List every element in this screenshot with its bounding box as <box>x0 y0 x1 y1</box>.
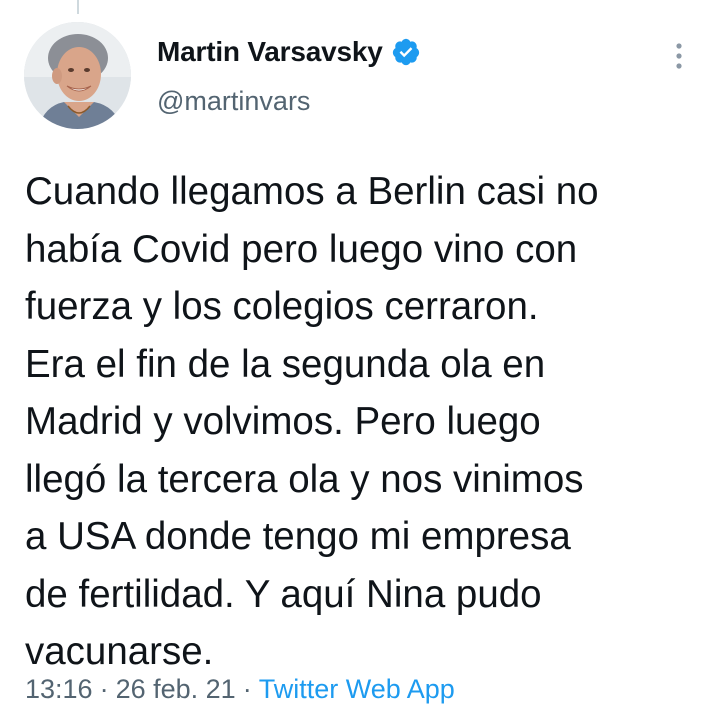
tweet-text-line: Cuando llegamos a Berlin casi no <box>25 170 599 213</box>
author-display-name[interactable]: Martin Varsavsky <box>157 36 383 68</box>
thread-connector-line <box>77 0 79 14</box>
avatar-image <box>24 22 131 129</box>
tweet-text-line: fuerza y los colegios cerraron. <box>25 285 539 328</box>
verified-badge-icon <box>391 37 421 67</box>
tweet-date[interactable]: 26 feb. 21 <box>116 674 236 705</box>
tweet-time[interactable]: 13:16 <box>25 674 93 705</box>
tweet-text-line: a USA donde tengo mi empresa <box>25 515 571 558</box>
tweet-text-line: llegó la tercera ola y nos vinimos <box>25 457 584 501</box>
tweet-source-link[interactable]: Twitter Web App <box>259 674 455 705</box>
more-vertical-icon <box>676 43 682 69</box>
tweet-text-line: Madrid y volvimos. Pero luego <box>25 400 541 443</box>
tweet-text-line: de fertilidad. Y aquí Nina pudo <box>25 572 542 616</box>
tweet-text-line: había Covid pero luego vino con <box>25 227 578 271</box>
tweet-text-line: vacunarse. <box>25 630 214 673</box>
avatar[interactable] <box>24 22 131 129</box>
author-name-row[interactable]: Martin Varsavsky <box>157 36 421 68</box>
tweet-text: Cuando llegamos a Berlin casi no había C… <box>25 163 705 681</box>
more-options-button[interactable] <box>664 36 694 76</box>
tweet-text-line: Era el fin de la segunda ola en <box>25 342 546 386</box>
tweet-metadata: 13:16 · 26 feb. 21 · Twitter Web App <box>25 674 455 705</box>
meta-separator: · <box>99 674 109 704</box>
meta-separator: · <box>242 674 252 704</box>
author-handle[interactable]: @martinvars <box>157 86 310 117</box>
